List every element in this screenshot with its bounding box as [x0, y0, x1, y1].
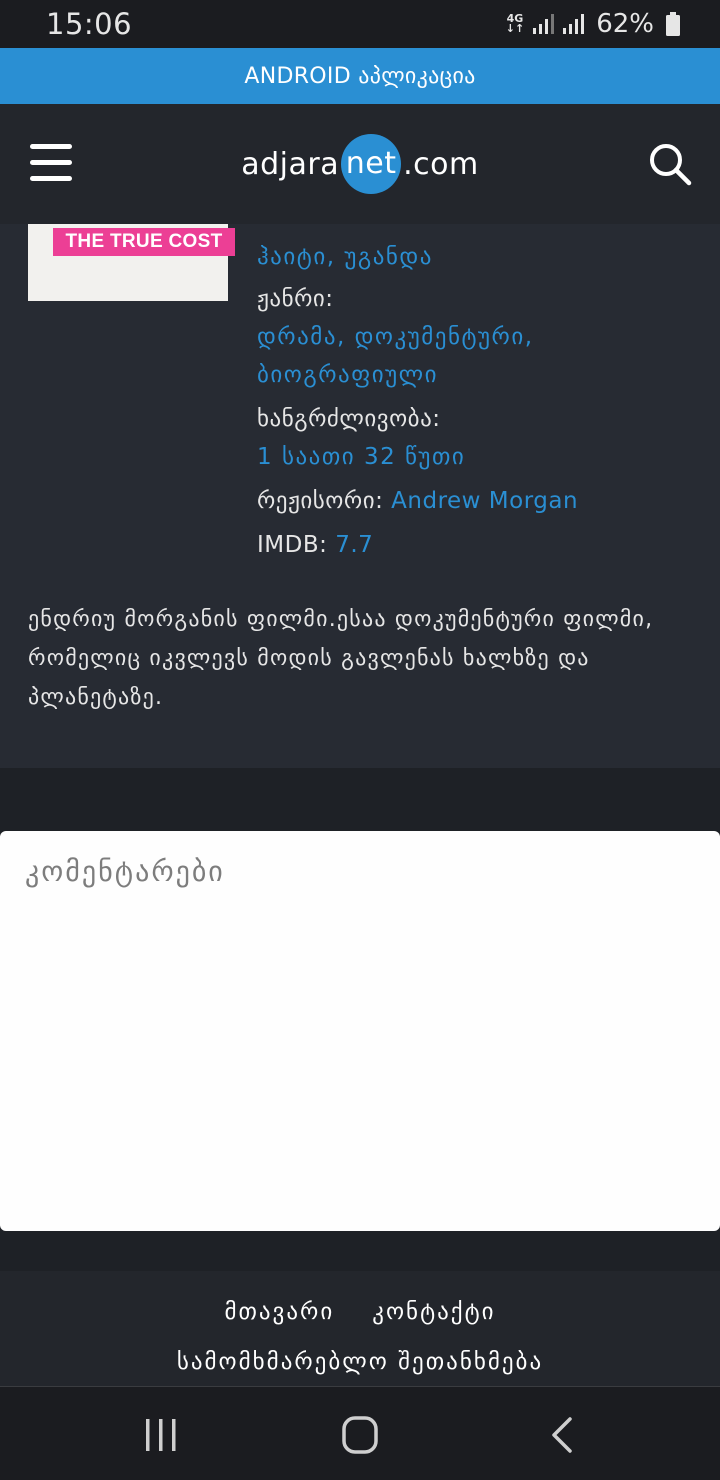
duration-value: 1 საათი 32 წუთი	[257, 444, 466, 470]
status-time: 15:06	[46, 7, 133, 41]
genre-value-line1[interactable]: დრამა, დოკუმენტური,	[257, 318, 534, 356]
signal-icon	[533, 14, 555, 34]
network-arrows: ↓↑	[505, 22, 525, 35]
imdb-row: IMDB: 7.7	[257, 526, 373, 564]
back-icon[interactable]	[540, 1415, 584, 1455]
android-app-banner[interactable]: ANDROID აპლიკაცია	[0, 48, 720, 104]
logo-net-badge: net	[341, 134, 402, 194]
site-footer: მთავარი კონტაქტი სამომხმარებლო შეთანხმებ…	[0, 1271, 720, 1386]
android-nav-bar	[0, 1386, 720, 1480]
recent-apps-icon[interactable]	[140, 1415, 184, 1455]
footer-link-contact[interactable]: კონტაქტი	[372, 1299, 495, 1325]
director-label: რეჟისორი:	[257, 488, 384, 514]
network-type-icon: 4G ↓↑	[505, 13, 525, 35]
movie-description: ენდრიუ მორგანის ფილმი.ესაა დოკუმენტური ფ…	[28, 607, 654, 710]
screen: 15:06 4G ↓↑ 62% ANDROID აპლიკაცია adjara…	[0, 0, 720, 1480]
imdb-label: IMDB:	[257, 532, 328, 558]
footer-link-terms[interactable]: სამომხმარებლო შეთანხმება	[0, 1349, 720, 1375]
battery-icon	[666, 12, 680, 36]
home-icon[interactable]	[338, 1415, 382, 1455]
director-row: რეჟისორი: Andrew Morgan	[257, 482, 578, 520]
genre-label: ჟანრი:	[257, 286, 334, 312]
director-link[interactable]: Andrew Morgan	[391, 488, 578, 514]
site-logo[interactable]: adjara net .com	[241, 134, 478, 194]
comments-section: კომენტარები	[0, 831, 720, 1231]
signal-icon-secondary	[563, 14, 585, 34]
comments-title: კომენტარები	[25, 855, 225, 888]
battery-percent: 62%	[596, 9, 654, 39]
footer-links: მთავარი კონტაქტი	[0, 1299, 720, 1325]
footer-link-main[interactable]: მთავარი	[224, 1299, 334, 1325]
genre-value-line2[interactable]: ბიოგრაფიული	[257, 356, 438, 394]
countries-value[interactable]: ჰაიტი, უგანდა	[257, 238, 433, 276]
search-icon[interactable]	[648, 142, 692, 186]
site-header: adjara net .com	[0, 104, 720, 224]
logo-text-right: .com	[403, 146, 479, 182]
duration-label: ხანგრძლივობა:	[257, 406, 441, 432]
hamburger-menu-icon[interactable]	[30, 144, 72, 182]
status-bar: 15:06 4G ↓↑ 62%	[0, 0, 720, 48]
movie-info-panel: THE TRUE COST ჰაიტი, უგანდა ჟანრი: დრამა…	[0, 224, 720, 768]
status-indicators: 4G ↓↑ 62%	[506, 9, 680, 39]
movie-poster[interactable]: THE TRUE COST	[28, 224, 235, 301]
imdb-rating: 7.7	[335, 532, 374, 558]
poster-title-tag: THE TRUE COST	[53, 228, 235, 256]
logo-text-left: adjara	[241, 146, 340, 182]
